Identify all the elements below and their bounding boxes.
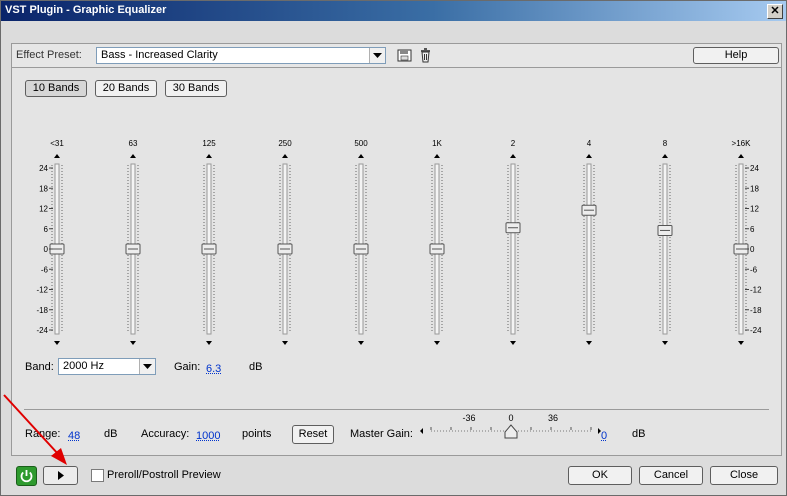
- arrow-up-icon[interactable]: [510, 154, 516, 158]
- db-scale-label: 24: [750, 164, 759, 173]
- band-frequency-label: 500: [354, 139, 368, 148]
- db-scale-label: -12: [750, 286, 762, 295]
- arrow-up-icon[interactable]: [206, 154, 212, 158]
- power-icon: [20, 470, 33, 483]
- master-gain-label: Master Gain:: [350, 428, 413, 440]
- close-window-button[interactable]: ✕: [767, 4, 783, 19]
- db-scale-label: -18: [36, 306, 48, 315]
- effect-preset-value: Bass - Increased Clarity: [101, 49, 218, 61]
- band-frequency-label: 4: [587, 139, 592, 148]
- equalizer-panel: 10 Bands 20 Bands 30 Bands <31 63 125 250 50…: [11, 67, 782, 456]
- band-frequency-label: 125: [202, 139, 216, 148]
- band-frequency-label: 8: [663, 139, 668, 148]
- play-icon: [58, 471, 64, 480]
- window-title: VST Plugin - Graphic Equalizer: [5, 4, 167, 16]
- db-scale-label: -6: [41, 265, 49, 274]
- band-frequency-label: 63: [129, 139, 138, 148]
- arrow-down-icon[interactable]: [358, 341, 364, 345]
- db-scale-label: -12: [36, 286, 48, 295]
- arrow-up-icon[interactable]: [358, 154, 364, 158]
- db-scale-label: -6: [750, 265, 758, 274]
- chevron-down-icon[interactable]: [369, 48, 385, 63]
- help-button[interactable]: Help: [693, 47, 779, 64]
- delete-preset-icon[interactable]: [420, 48, 432, 63]
- play-preview-button[interactable]: [43, 466, 78, 485]
- band-frequency-label: 250: [278, 139, 292, 148]
- equalizer-window: VST Plugin - Graphic Equalizer ✕ Effect …: [0, 0, 787, 496]
- fader-track[interactable]: [510, 163, 516, 335]
- arrow-up-icon[interactable]: [282, 154, 288, 158]
- arrow-up-icon[interactable]: [586, 154, 592, 158]
- accuracy-label: Accuracy:: [141, 428, 190, 440]
- band-frequency-label: >16K: [732, 139, 752, 148]
- fader-track[interactable]: [586, 163, 592, 335]
- effect-preset-label: Effect Preset:: [16, 49, 82, 61]
- db-scale-label: 12: [39, 205, 48, 214]
- master-gain-slider[interactable]: -36 0 36: [419, 411, 609, 445]
- band-label: Band:: [25, 361, 54, 373]
- arrow-down-icon[interactable]: [586, 341, 592, 345]
- accuracy-value[interactable]: 1000: [196, 430, 220, 442]
- arrow-up-icon[interactable]: [54, 154, 60, 158]
- arrow-down-icon[interactable]: [206, 341, 212, 345]
- band-dropdown[interactable]: 2000 Hz: [58, 358, 156, 375]
- arrow-down-icon[interactable]: [662, 341, 668, 345]
- db-scale-label: -24: [750, 326, 762, 335]
- master-gain-value[interactable]: 0: [601, 430, 607, 442]
- power-bypass-button[interactable]: [16, 466, 37, 486]
- cancel-button[interactable]: Cancel: [639, 466, 703, 485]
- master-gain-tick-label: 0: [508, 413, 513, 423]
- effect-preset-dropdown[interactable]: Bass - Increased Clarity: [96, 47, 386, 64]
- db-scale-label: 18: [39, 184, 48, 193]
- db-scale-label: 18: [750, 184, 759, 193]
- close-button[interactable]: Close: [710, 466, 778, 485]
- gain-value[interactable]: 6.3: [206, 363, 221, 375]
- arrow-down-icon[interactable]: [510, 341, 516, 345]
- db-scale-label: 6: [44, 225, 49, 234]
- gain-label: Gain:: [174, 361, 201, 373]
- chevron-down-icon[interactable]: [139, 359, 155, 374]
- fader-track[interactable]: [662, 163, 668, 335]
- preset-bar: Effect Preset: Bass - Increased Clarity …: [11, 43, 782, 69]
- client-area: Effect Preset: Bass - Increased Clarity …: [5, 23, 782, 490]
- accuracy-unit: points: [242, 428, 272, 440]
- range-label: Range:: [25, 428, 61, 440]
- arrow-down-icon[interactable]: [738, 341, 744, 345]
- db-scale-label: -18: [750, 306, 762, 315]
- equalizer-sliders: <31 63 125 250 500 1K 2 4 8 >16K24 2418 1812 126 60 0-…: [36, 139, 762, 345]
- arrow-up-icon[interactable]: [130, 154, 136, 158]
- master-gain-tick-label: 36: [548, 413, 558, 423]
- arrow-down-icon[interactable]: [130, 341, 136, 345]
- arrow-up-icon[interactable]: [738, 154, 744, 158]
- arrow-down-icon[interactable]: [282, 341, 288, 345]
- band-frequency-label: 1K: [432, 139, 442, 148]
- master-gain-tick-label: -36: [462, 413, 475, 423]
- preroll-checkbox[interactable]: [91, 469, 104, 482]
- db-scale-label: 0: [44, 245, 49, 254]
- arrow-down-icon[interactable]: [434, 341, 440, 345]
- title-bar[interactable]: VST Plugin - Graphic Equalizer ✕: [1, 1, 786, 21]
- master-gain-unit: dB: [632, 428, 646, 440]
- range-value[interactable]: 48: [68, 430, 80, 442]
- panel-divider: [24, 409, 769, 410]
- db-scale-label: 24: [39, 164, 48, 173]
- range-unit: dB: [104, 428, 118, 440]
- db-scale-label: 0: [750, 245, 755, 254]
- arrow-up-icon[interactable]: [662, 154, 668, 158]
- db-scale-label: 12: [750, 205, 759, 214]
- master-gain-thumb[interactable]: [504, 424, 518, 439]
- arrow-left-icon[interactable]: [420, 428, 423, 434]
- reset-button[interactable]: Reset: [292, 425, 334, 444]
- band-frequency-label: <31: [50, 139, 64, 148]
- db-scale-label: 6: [750, 225, 755, 234]
- arrow-up-icon[interactable]: [434, 154, 440, 158]
- band-value: 2000 Hz: [63, 360, 104, 372]
- preroll-label: Preroll/Postroll Preview: [107, 469, 221, 481]
- ok-button[interactable]: OK: [568, 466, 632, 485]
- band-frequency-label: 2: [511, 139, 516, 148]
- gain-unit: dB: [249, 361, 263, 373]
- arrow-down-icon[interactable]: [54, 341, 60, 345]
- db-scale-label: -24: [36, 326, 48, 335]
- save-preset-icon[interactable]: [397, 48, 413, 63]
